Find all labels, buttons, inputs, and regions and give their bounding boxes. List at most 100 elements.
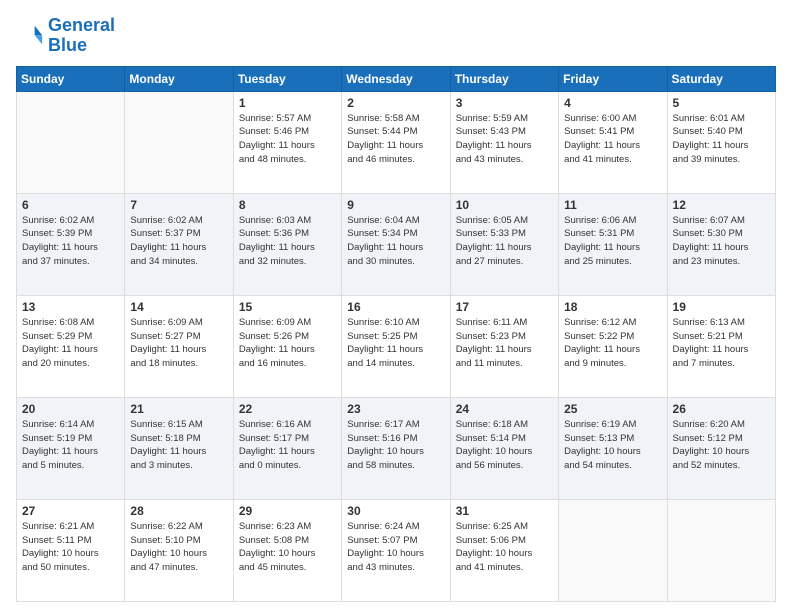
calendar-cell: 10 Sunrise: 6:05 AM Sunset: 5:33 PM Dayli… <box>450 193 558 295</box>
day-number: 3 <box>456 96 553 110</box>
weekday-header: Wednesday <box>342 66 450 91</box>
calendar-cell: 1Sunrise: 5:57 AM Sunset: 5:46 PM Daylig… <box>233 91 341 193</box>
day-info: Sunrise: 6:19 AM Sunset: 5:13 PM Dayligh… <box>564 418 661 473</box>
day-info: Sunrise: 6:15 AM Sunset: 5:18 PM Dayligh… <box>130 418 227 473</box>
calendar-week-row: 20 Sunrise: 6:14 AM Sunset: 5:19 PM Dayli… <box>17 397 776 499</box>
day-info: Sunrise: 6:06 AM Sunset: 5:31 PM Dayligh… <box>564 214 661 269</box>
day-number: 31 <box>456 504 553 518</box>
logo: General Blue <box>16 16 115 56</box>
calendar-cell: 27 Sunrise: 6:21 AM Sunset: 5:11 PM Dayli… <box>17 499 125 601</box>
day-number: 8 <box>239 198 336 212</box>
calendar-cell: 3 Sunrise: 5:59 AM Sunset: 5:43 PM Daylig… <box>450 91 558 193</box>
logo-icon <box>16 22 44 50</box>
calendar-cell: 21 Sunrise: 6:15 AM Sunset: 5:18 PM Dayli… <box>125 397 233 499</box>
calendar-cell: 13 Sunrise: 6:08 AM Sunset: 5:29 PM Dayli… <box>17 295 125 397</box>
day-info: Sunrise: 6:09 AM Sunset: 5:26 PM Dayligh… <box>239 316 336 371</box>
day-number: 26 <box>673 402 770 416</box>
day-number: 6 <box>22 198 119 212</box>
day-number: 27 <box>22 504 119 518</box>
day-number: 30 <box>347 504 444 518</box>
day-number: 28 <box>130 504 227 518</box>
day-info: Sunrise: 5:59 AM Sunset: 5:43 PM Dayligh… <box>456 112 553 167</box>
calendar-cell <box>667 499 775 601</box>
calendar-cell: 18Sunrise: 6:12 AM Sunset: 5:22 PM Dayli… <box>559 295 667 397</box>
calendar-cell: 25Sunrise: 6:19 AM Sunset: 5:13 PM Dayli… <box>559 397 667 499</box>
day-number: 19 <box>673 300 770 314</box>
day-number: 7 <box>130 198 227 212</box>
calendar-cell: 26 Sunrise: 6:20 AM Sunset: 5:12 PM Dayli… <box>667 397 775 499</box>
day-info: Sunrise: 6:22 AM Sunset: 5:10 PM Dayligh… <box>130 520 227 575</box>
calendar-cell: 9 Sunrise: 6:04 AM Sunset: 5:34 PM Daylig… <box>342 193 450 295</box>
day-number: 22 <box>239 402 336 416</box>
day-info: Sunrise: 6:20 AM Sunset: 5:12 PM Dayligh… <box>673 418 770 473</box>
day-number: 20 <box>22 402 119 416</box>
weekday-header: Tuesday <box>233 66 341 91</box>
day-number: 5 <box>673 96 770 110</box>
calendar-week-row: 27 Sunrise: 6:21 AM Sunset: 5:11 PM Dayli… <box>17 499 776 601</box>
day-number: 13 <box>22 300 119 314</box>
weekday-header: Monday <box>125 66 233 91</box>
day-info: Sunrise: 6:21 AM Sunset: 5:11 PM Dayligh… <box>22 520 119 575</box>
calendar-cell: 16Sunrise: 6:10 AM Sunset: 5:25 PM Dayli… <box>342 295 450 397</box>
day-info: Sunrise: 6:24 AM Sunset: 5:07 PM Dayligh… <box>347 520 444 575</box>
calendar-cell: 20 Sunrise: 6:14 AM Sunset: 5:19 PM Dayli… <box>17 397 125 499</box>
calendar-cell: 22 Sunrise: 6:16 AM Sunset: 5:17 PM Dayli… <box>233 397 341 499</box>
calendar-cell: 14 Sunrise: 6:09 AM Sunset: 5:27 PM Dayli… <box>125 295 233 397</box>
calendar-cell: 6 Sunrise: 6:02 AM Sunset: 5:39 PM Daylig… <box>17 193 125 295</box>
day-number: 17 <box>456 300 553 314</box>
day-info: Sunrise: 6:01 AM Sunset: 5:40 PM Dayligh… <box>673 112 770 167</box>
day-info: Sunrise: 6:02 AM Sunset: 5:39 PM Dayligh… <box>22 214 119 269</box>
calendar-cell: 11Sunrise: 6:06 AM Sunset: 5:31 PM Dayli… <box>559 193 667 295</box>
day-number: 15 <box>239 300 336 314</box>
day-info: Sunrise: 5:57 AM Sunset: 5:46 PM Dayligh… <box>239 112 336 167</box>
day-info: Sunrise: 6:02 AM Sunset: 5:37 PM Dayligh… <box>130 214 227 269</box>
day-number: 9 <box>347 198 444 212</box>
day-info: Sunrise: 6:14 AM Sunset: 5:19 PM Dayligh… <box>22 418 119 473</box>
day-number: 14 <box>130 300 227 314</box>
calendar-cell: 5 Sunrise: 6:01 AM Sunset: 5:40 PM Daylig… <box>667 91 775 193</box>
calendar-week-row: 1Sunrise: 5:57 AM Sunset: 5:46 PM Daylig… <box>17 91 776 193</box>
day-number: 12 <box>673 198 770 212</box>
calendar-cell: 7 Sunrise: 6:02 AM Sunset: 5:37 PM Daylig… <box>125 193 233 295</box>
calendar-cell: 8 Sunrise: 6:03 AM Sunset: 5:36 PM Daylig… <box>233 193 341 295</box>
day-info: Sunrise: 6:03 AM Sunset: 5:36 PM Dayligh… <box>239 214 336 269</box>
day-info: Sunrise: 6:13 AM Sunset: 5:21 PM Dayligh… <box>673 316 770 371</box>
calendar-cell <box>125 91 233 193</box>
day-number: 23 <box>347 402 444 416</box>
day-info: Sunrise: 6:16 AM Sunset: 5:17 PM Dayligh… <box>239 418 336 473</box>
day-info: Sunrise: 6:11 AM Sunset: 5:23 PM Dayligh… <box>456 316 553 371</box>
logo-general: General <box>48 15 115 35</box>
calendar-cell: 19 Sunrise: 6:13 AM Sunset: 5:21 PM Dayli… <box>667 295 775 397</box>
calendar-cell: 15 Sunrise: 6:09 AM Sunset: 5:26 PM Dayli… <box>233 295 341 397</box>
day-info: Sunrise: 6:18 AM Sunset: 5:14 PM Dayligh… <box>456 418 553 473</box>
day-info: Sunrise: 6:08 AM Sunset: 5:29 PM Dayligh… <box>22 316 119 371</box>
day-info: Sunrise: 6:09 AM Sunset: 5:27 PM Dayligh… <box>130 316 227 371</box>
day-info: Sunrise: 6:23 AM Sunset: 5:08 PM Dayligh… <box>239 520 336 575</box>
day-info: Sunrise: 6:17 AM Sunset: 5:16 PM Dayligh… <box>347 418 444 473</box>
weekday-header: Saturday <box>667 66 775 91</box>
calendar-cell: 24Sunrise: 6:18 AM Sunset: 5:14 PM Dayli… <box>450 397 558 499</box>
day-number: 18 <box>564 300 661 314</box>
calendar-cell: 12 Sunrise: 6:07 AM Sunset: 5:30 PM Dayli… <box>667 193 775 295</box>
calendar-cell: 2Sunrise: 5:58 AM Sunset: 5:44 PM Daylig… <box>342 91 450 193</box>
day-info: Sunrise: 6:25 AM Sunset: 5:06 PM Dayligh… <box>456 520 553 575</box>
calendar-cell: 28 Sunrise: 6:22 AM Sunset: 5:10 PM Dayli… <box>125 499 233 601</box>
weekday-header: Sunday <box>17 66 125 91</box>
logo-text: General Blue <box>48 16 115 56</box>
calendar-header-row: SundayMondayTuesdayWednesdayThursdayFrid… <box>17 66 776 91</box>
calendar-table: SundayMondayTuesdayWednesdayThursdayFrid… <box>16 66 776 602</box>
day-number: 4 <box>564 96 661 110</box>
calendar-cell: 4 Sunrise: 6:00 AM Sunset: 5:41 PM Daylig… <box>559 91 667 193</box>
header: General Blue <box>16 16 776 56</box>
weekday-header: Thursday <box>450 66 558 91</box>
day-info: Sunrise: 6:04 AM Sunset: 5:34 PM Dayligh… <box>347 214 444 269</box>
day-number: 10 <box>456 198 553 212</box>
day-info: Sunrise: 6:00 AM Sunset: 5:41 PM Dayligh… <box>564 112 661 167</box>
day-number: 21 <box>130 402 227 416</box>
day-info: Sunrise: 6:05 AM Sunset: 5:33 PM Dayligh… <box>456 214 553 269</box>
calendar-cell: 29 Sunrise: 6:23 AM Sunset: 5:08 PM Dayli… <box>233 499 341 601</box>
day-number: 29 <box>239 504 336 518</box>
day-info: Sunrise: 6:07 AM Sunset: 5:30 PM Dayligh… <box>673 214 770 269</box>
calendar-cell: 31 Sunrise: 6:25 AM Sunset: 5:06 PM Dayli… <box>450 499 558 601</box>
day-info: Sunrise: 5:58 AM Sunset: 5:44 PM Dayligh… <box>347 112 444 167</box>
